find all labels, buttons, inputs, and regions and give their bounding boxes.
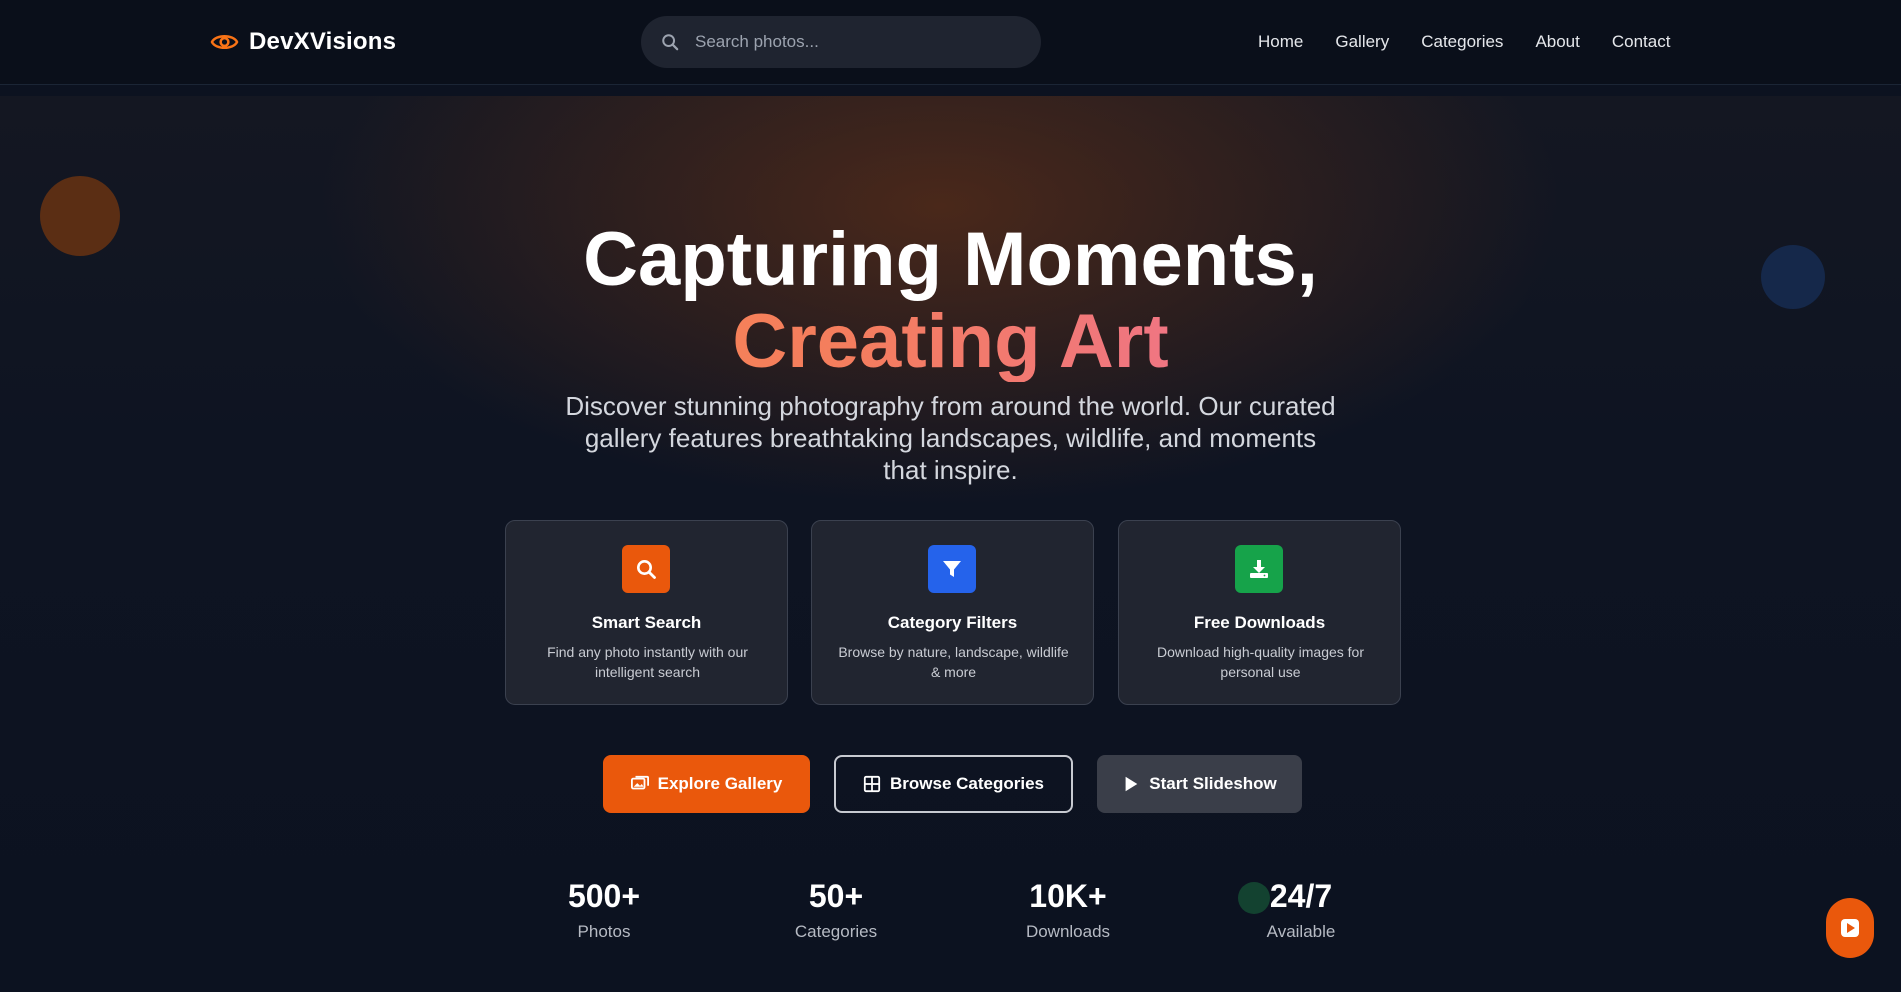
stat-photos: 500+ Photos — [524, 876, 684, 942]
explore-gallery-label: Explore Gallery — [657, 774, 783, 793]
feature-card-category-filters: Category Filters Browse by nature, lands… — [811, 520, 1094, 705]
stat-availability: 24/7 Available — [1221, 876, 1381, 942]
stat-label: Available — [1266, 922, 1336, 941]
hero-title-line1: Capturing Moments, — [583, 217, 1318, 302]
feature-card-free-downloads: Free Downloads Download high-quality ima… — [1118, 520, 1401, 705]
feature-icon-box — [622, 545, 670, 593]
nav-link-categories[interactable]: Categories — [1421, 32, 1503, 52]
feature-description: Find any photo instantly with our intell… — [547, 644, 748, 680]
search-icon — [662, 34, 679, 51]
feature-description: Browse by nature, landscape, wildlife & … — [838, 644, 1069, 680]
main-nav: Home Gallery Categories About Contact — [1258, 28, 1670, 56]
feature-icon-box — [1235, 545, 1283, 593]
download-icon — [1250, 560, 1268, 578]
stat-value: 24/7 — [1269, 878, 1333, 914]
nav-link-about[interactable]: About — [1535, 32, 1579, 52]
start-slideshow-label: Start Slideshow — [1149, 774, 1277, 793]
stat-label: Photos — [577, 922, 631, 941]
nav-link-gallery[interactable]: Gallery — [1335, 32, 1389, 52]
stat-value: 50+ — [808, 878, 864, 914]
stat-value: 500+ — [567, 878, 641, 914]
search-input[interactable] — [695, 16, 1041, 68]
nav-link-home[interactable]: Home — [1258, 32, 1303, 52]
stat-categories: 50+ Categories — [756, 876, 916, 942]
feature-title: Category Filters — [887, 613, 1018, 632]
start-slideshow-button[interactable]: Start Slideshow — [1097, 755, 1302, 813]
eye-icon — [210, 34, 239, 50]
brand-logo-link[interactable]: DevXVisions — [210, 26, 396, 58]
stat-label: Categories — [794, 922, 878, 941]
browse-categories-button[interactable]: Browse Categories — [834, 755, 1073, 813]
filter-icon — [943, 561, 961, 577]
hero-title: Capturing Moments, Creating Art — [0, 218, 1901, 382]
floating-play-button[interactable] — [1826, 898, 1874, 958]
browse-categories-label: Browse Categories — [890, 774, 1044, 793]
top-navigation-bar: DevXVisions Home Gallery Categories Abou… — [0, 0, 1901, 85]
feature-card-smart-search: Smart Search Find any photo instantly wi… — [505, 520, 788, 705]
images-icon — [630, 775, 649, 790]
hero-title-line2: Creating Art — [0, 302, 1901, 382]
stat-value: 10K+ — [1029, 878, 1107, 914]
hero-subtitle: Discover stunning photography from aroun… — [565, 391, 1336, 485]
search-icon — [637, 560, 656, 579]
stat-downloads: 10K+ Downloads — [988, 876, 1148, 942]
search-bar[interactable] — [641, 16, 1041, 68]
feature-title: Smart Search — [591, 613, 702, 632]
brand-name: DevXVisions — [249, 28, 397, 55]
play-icon — [1841, 919, 1859, 937]
nav-link-contact[interactable]: Contact — [1612, 32, 1671, 52]
feature-icon-box — [928, 545, 976, 593]
feature-description: Download high-quality images for persona… — [1157, 644, 1364, 680]
explore-gallery-button[interactable]: Explore Gallery — [603, 755, 810, 813]
grid-icon — [863, 775, 881, 793]
play-icon — [1125, 776, 1138, 792]
feature-title: Free Downloads — [1193, 613, 1326, 632]
stat-label: Downloads — [1025, 922, 1111, 941]
